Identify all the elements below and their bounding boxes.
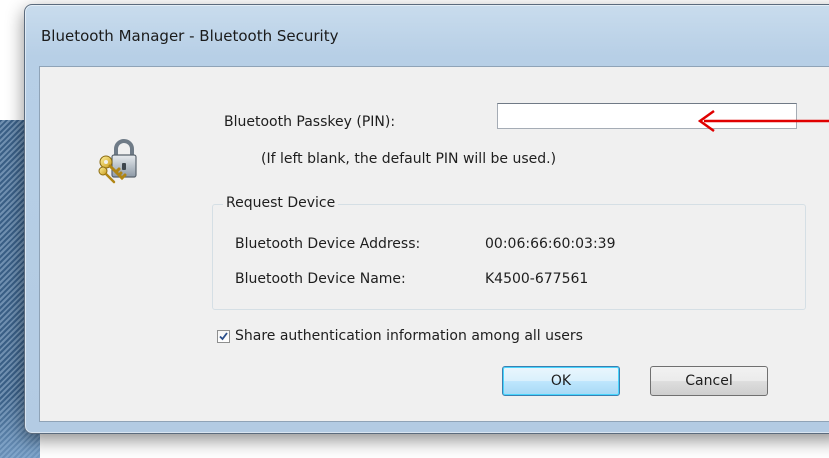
annotation-arrow-icon: [697, 109, 829, 133]
share-auth-checkbox[interactable]: [217, 330, 230, 343]
passkey-label: Bluetooth Passkey (PIN):: [224, 114, 396, 130]
bluetooth-security-dialog: Bluetooth Manager - Bluetooth Security B…: [24, 4, 829, 434]
ok-button[interactable]: OK: [502, 366, 620, 396]
device-address-label: Bluetooth Device Address:: [235, 236, 421, 252]
checkmark-icon: [219, 332, 228, 341]
cancel-button[interactable]: Cancel: [650, 366, 768, 396]
device-name-label: Bluetooth Device Name:: [235, 271, 406, 287]
window-title: Bluetooth Manager - Bluetooth Security: [41, 27, 339, 45]
title-bar[interactable]: Bluetooth Manager - Bluetooth Security: [25, 5, 829, 57]
device-address-value: 00:06:66:60:03:39: [485, 236, 616, 252]
device-name-value: K4500-677561: [485, 271, 589, 287]
share-auth-label[interactable]: Share authentication information among a…: [235, 328, 583, 344]
passkey-hint: (If left blank, the default PIN will be …: [261, 151, 557, 167]
request-device-group-label: Request Device: [223, 195, 339, 211]
request-device-group: Request Device Bluetooth Device Address:…: [212, 195, 806, 310]
lock-with-key-icon: [94, 136, 144, 186]
